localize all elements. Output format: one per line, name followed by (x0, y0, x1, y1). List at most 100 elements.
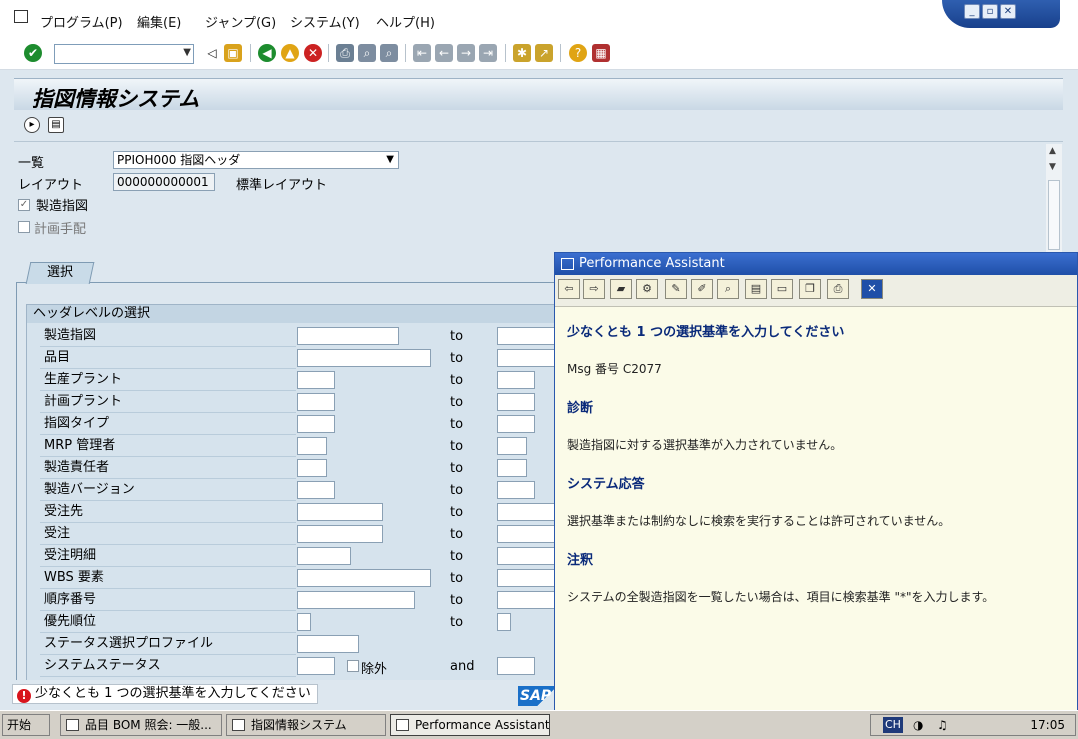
new-session-icon[interactable]: ✱ (513, 44, 531, 62)
scrollbar-thumb[interactable] (1048, 180, 1060, 250)
menu-system[interactable]: システム(Y) (290, 12, 360, 31)
status-profile-field[interactable] (297, 635, 359, 653)
search-icon[interactable]: ⌕ (717, 279, 739, 299)
sold-to-to-field[interactable] (497, 503, 557, 521)
sequence-to-field[interactable] (497, 591, 557, 609)
sales-item-from-field[interactable] (297, 547, 351, 565)
task-performance-assistant[interactable]: Performance Assistant (390, 714, 550, 736)
next-page-icon[interactable]: → (457, 44, 475, 62)
to-label: to (450, 395, 464, 410)
status-message[interactable]: ! 少なくとも 1 つの選択基準を入力してください (12, 684, 318, 704)
back-arrow-icon[interactable]: ⇦ (558, 279, 580, 299)
back-arrow-icon[interactable]: ◁ (203, 44, 221, 62)
sales-item-to-field[interactable] (497, 547, 557, 565)
minimize-icon[interactable]: _ (964, 4, 980, 19)
priority-to-field[interactable] (497, 613, 511, 631)
print-icon[interactable]: ⎙ (827, 279, 849, 299)
plan-plant-to-field[interactable] (497, 393, 535, 411)
plan-plant-from-field[interactable] (297, 393, 335, 411)
sequence-from-field[interactable] (297, 591, 415, 609)
volume-icon[interactable]: ♫ (937, 715, 948, 735)
prod-version-from-field[interactable] (297, 481, 335, 499)
save-icon[interactable]: ▣ (224, 44, 242, 62)
mrp-controller-to-field[interactable] (497, 437, 527, 455)
layout-icon[interactable]: ▦ (592, 44, 610, 62)
material-from-field[interactable] (297, 349, 431, 367)
to-label: to (450, 505, 464, 520)
priority-from-field[interactable] (297, 613, 311, 631)
prod-plant-to-field[interactable] (497, 371, 535, 389)
start-button[interactable]: 开始 (2, 714, 50, 736)
prod-order-from-field[interactable] (297, 327, 399, 345)
prod-order-to-field[interactable] (497, 327, 557, 345)
row-label: 優先順位 (40, 612, 296, 633)
menu-edit[interactable]: 編集(E) (137, 12, 181, 31)
variant-icon[interactable]: ▤ (48, 117, 64, 133)
command-field[interactable]: ▼ (54, 44, 194, 64)
prod-supervisor-to-field[interactable] (497, 459, 527, 477)
task-bom-display[interactable]: 品目 BOM 照会: 一般... (60, 714, 222, 736)
sold-to-from-field[interactable] (297, 503, 383, 521)
close-icon[interactable]: ✕ (1000, 4, 1016, 19)
planned-order-checkbox[interactable] (18, 221, 30, 233)
assistant-content: 少なくとも 1 つの選択基準を入力してください Msg 番号 C2077 診断 … (567, 321, 1067, 625)
assistant-titlebar[interactable]: Performance Assistant (555, 253, 1077, 275)
menu-help[interactable]: ヘルプ(H) (376, 12, 435, 31)
close-icon[interactable]: ✕ (861, 279, 883, 299)
edit-icon[interactable]: ✎ (665, 279, 687, 299)
back-icon[interactable]: ◀ (258, 44, 276, 62)
restore-icon[interactable]: ▫ (982, 4, 998, 19)
chevron-down-icon[interactable]: ▼ (386, 152, 394, 168)
system-status-field[interactable] (297, 657, 335, 675)
prod-version-to-field[interactable] (497, 481, 535, 499)
task-order-info-system[interactable]: 指図情報システム (226, 714, 386, 736)
prod-plant-from-field[interactable] (297, 371, 335, 389)
order-type-from-field[interactable] (297, 415, 335, 433)
list-select[interactable]: PPIOH000 指図ヘッダ ▼ (113, 151, 399, 169)
exclude-checkbox[interactable] (347, 660, 359, 672)
order-type-to-field[interactable] (497, 415, 535, 433)
diagnosis-text: 製造指図に対する選択基準が入力されていません。 (567, 438, 843, 452)
scroll-down-icon[interactable]: ▼ (1049, 162, 1056, 172)
tech-info-icon[interactable]: ⚙ (636, 279, 658, 299)
book-icon[interactable]: ▰ (610, 279, 632, 299)
exit-icon[interactable]: ▲ (281, 44, 299, 62)
layout-field[interactable]: 000000000001 (113, 173, 215, 191)
clock[interactable]: 17:05 (1030, 715, 1065, 735)
first-page-icon[interactable]: ⇤ (413, 44, 431, 62)
enter-icon[interactable]: ✔ (24, 44, 42, 62)
wbs-from-field[interactable] (297, 569, 431, 587)
annotation-icon[interactable]: ✐ (691, 279, 713, 299)
sales-order-to-field[interactable] (497, 525, 557, 543)
copy-icon[interactable]: ❐ (799, 279, 821, 299)
last-page-icon[interactable]: ⇥ (479, 44, 497, 62)
system-tray: CH ◑ ♫ 17:05 (870, 714, 1076, 736)
material-to-field[interactable] (497, 349, 557, 367)
list-label: 一覧 (18, 156, 45, 171)
mrp-controller-from-field[interactable] (297, 437, 327, 455)
system-status-and-field[interactable] (497, 657, 535, 675)
execute-icon[interactable]: ▸ (24, 117, 40, 133)
help-icon[interactable]: ? (569, 44, 587, 62)
menu-program[interactable]: プログラム(P) (40, 12, 123, 31)
print-icon[interactable]: ⎙ (336, 44, 354, 62)
scroll-up-icon[interactable]: ▲ (1049, 146, 1056, 156)
input-language-indicator[interactable]: CH (883, 717, 903, 733)
find-next-icon[interactable]: ⌕ (380, 44, 398, 62)
forward-arrow-icon[interactable]: ⇨ (583, 279, 605, 299)
find-icon[interactable]: ⌕ (358, 44, 376, 62)
tab-selection[interactable]: 選択 (25, 262, 95, 284)
prod-supervisor-from-field[interactable] (297, 459, 327, 477)
sales-order-from-field[interactable] (297, 525, 383, 543)
window-menu-icon[interactable] (14, 10, 28, 23)
wbs-to-field[interactable] (497, 569, 557, 587)
cancel-icon[interactable]: ✕ (304, 44, 322, 62)
info-icon[interactable]: ▭ (771, 279, 793, 299)
toolbar-separator (505, 44, 506, 62)
menu-jump[interactable]: ジャンプ(G) (205, 12, 276, 31)
shortcut-icon[interactable]: ↗ (535, 44, 553, 62)
chevron-down-icon[interactable]: ▼ (183, 47, 191, 58)
prod-order-checkbox[interactable]: ✓ (18, 199, 30, 211)
prev-page-icon[interactable]: ← (435, 44, 453, 62)
document-icon[interactable]: ▤ (745, 279, 767, 299)
